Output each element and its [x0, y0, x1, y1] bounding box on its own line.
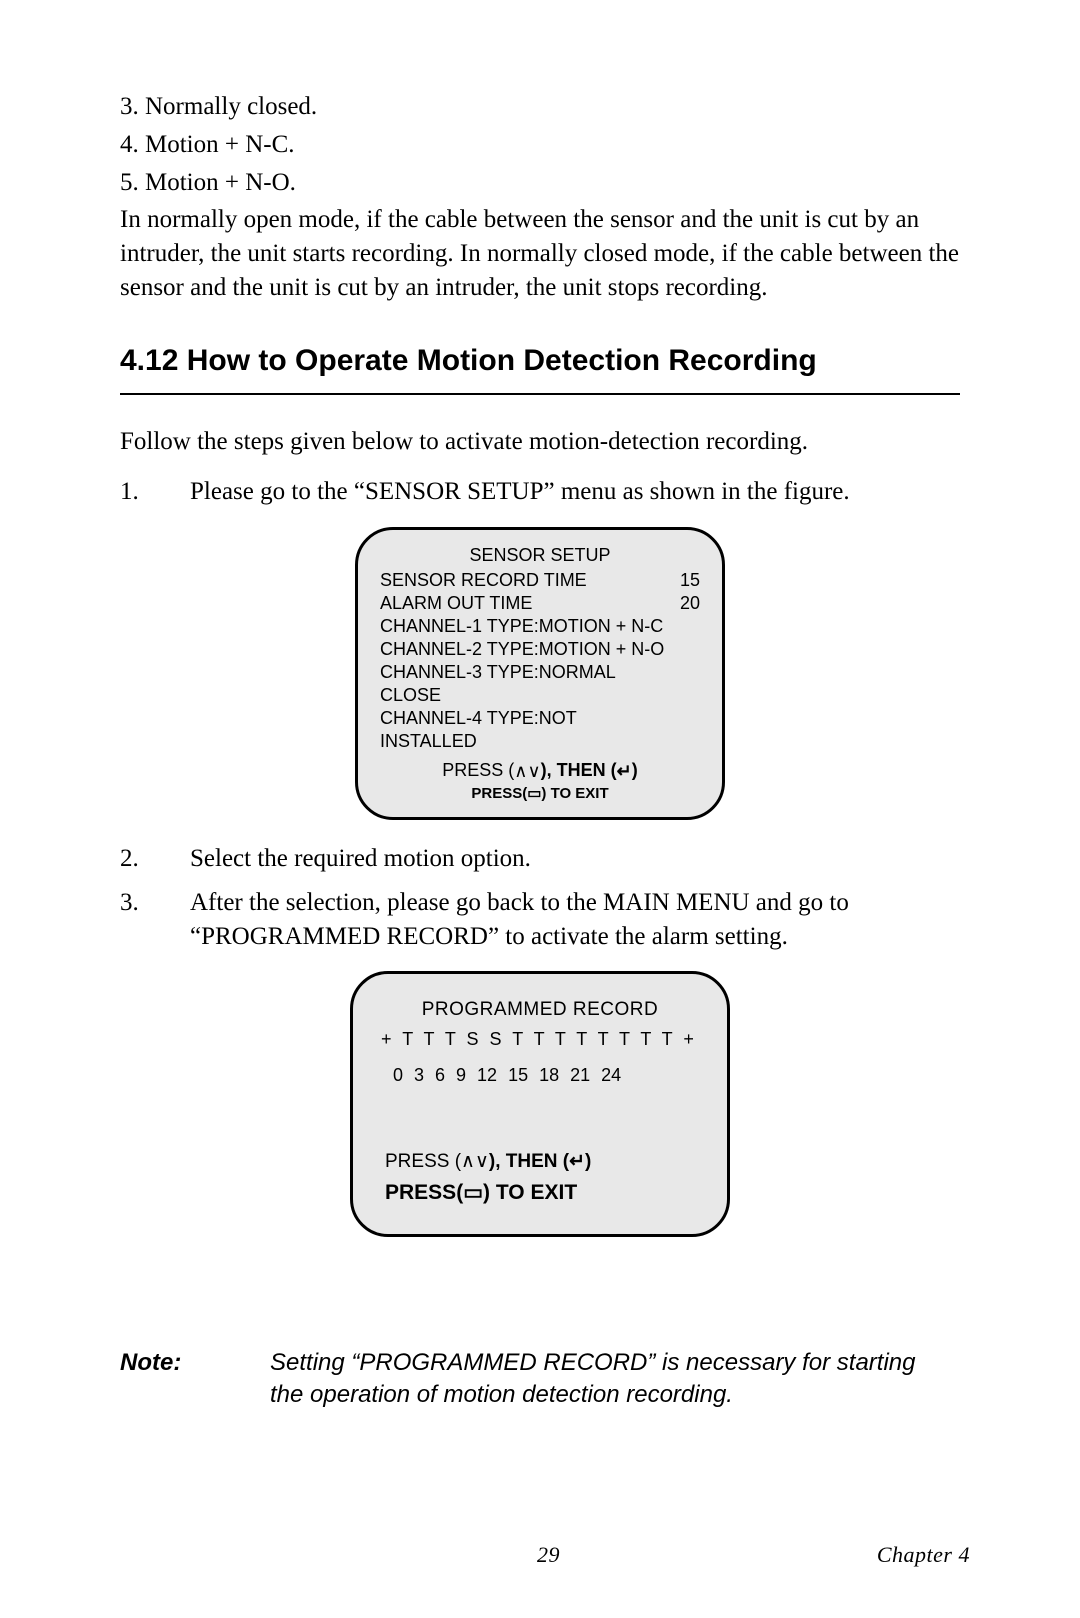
- step-text: After the selection, please go back to t…: [190, 886, 960, 954]
- section-heading: 4.12 How to Operate Motion Detection Rec…: [120, 341, 960, 382]
- programmed-record-screen-wrap: PROGRAMMED RECORD + T T T S S T T T T T …: [120, 971, 960, 1237]
- section-rule: [120, 393, 960, 395]
- exit-text-b: ) TO EXIT: [483, 1181, 577, 1204]
- step-3: 3. After the selection, please go back t…: [120, 886, 960, 954]
- note-text: Setting “PROGRAMMED RECORD” is necessary…: [270, 1347, 920, 1412]
- exit-text-b: ) TO EXIT: [541, 785, 608, 802]
- sensor-setup-screen-wrap: SENSOR SETUP SENSOR RECORD TIME 15 ALARM…: [120, 527, 960, 821]
- up-icon: ∧: [514, 762, 527, 780]
- screen-line: CHANNEL-3 TYPE:NORMAL: [380, 661, 700, 684]
- down-icon: ∨: [527, 762, 540, 780]
- step-number: 2.: [120, 842, 190, 876]
- down-icon: ∨: [475, 1152, 489, 1171]
- up-icon: ∧: [461, 1152, 475, 1171]
- section-intro: Follow the steps given below to activate…: [120, 425, 960, 459]
- steps-list: 1. Please go to the “SENSOR SETUP” menu …: [120, 475, 960, 509]
- screen-line: CHANNEL-2 TYPE:MOTION + N-O: [380, 638, 700, 661]
- row-label: SENSOR RECORD TIME: [380, 569, 587, 592]
- screen-title: PROGRAMMED RECORD: [381, 996, 699, 1024]
- manual-page: 3. Normally closed. 4. Motion + N-C. 5. …: [0, 0, 1080, 1618]
- screen-exit-line: PRESS(▭) TO EXIT: [380, 784, 700, 803]
- list-item-4: 4. Motion + N-C.: [120, 128, 960, 162]
- schedule-row: + T T T S S T T T T T T T T +: [381, 1026, 699, 1052]
- press-text-a: PRESS (: [385, 1151, 461, 1172]
- enter-icon: ↵: [617, 762, 632, 780]
- press-text-b: ), THEN (: [541, 760, 617, 780]
- screen-line: CHANNEL-1 TYPE:MOTION + N-C: [380, 615, 700, 638]
- step-text: Select the required motion option.: [190, 842, 960, 876]
- step-text: Please go to the “SENSOR SETUP” menu as …: [190, 475, 960, 509]
- step-number: 1.: [120, 475, 190, 509]
- chapter-label: Chapter 4: [877, 1542, 970, 1568]
- time-scale: 0 3 6 9 12 15 18 21 24: [381, 1062, 699, 1088]
- exit-text-a: PRESS(: [385, 1181, 463, 1204]
- steps-list-cont: 2. Select the required motion option. 3.…: [120, 842, 960, 953]
- mode-paragraph: In normally open mode, if the cable betw…: [120, 203, 960, 304]
- row-value: 15: [680, 569, 700, 592]
- step-1: 1. Please go to the “SENSOR SETUP” menu …: [120, 475, 960, 509]
- step-number: 3.: [120, 886, 190, 954]
- sensor-setup-screen: SENSOR SETUP SENSOR RECORD TIME 15 ALARM…: [355, 527, 725, 821]
- book-icon: ▭: [527, 786, 541, 801]
- exit-text-a: PRESS(: [471, 785, 527, 802]
- screen-line: CHANNEL-4 TYPE:NOT: [380, 707, 700, 730]
- screen-press-line: PRESS (∧∨), THEN (↵): [381, 1148, 699, 1176]
- enter-icon: ↵: [569, 1152, 585, 1171]
- row-label: ALARM OUT TIME: [380, 592, 532, 615]
- press-text-b: ), THEN (: [489, 1151, 569, 1172]
- step-2: 2. Select the required motion option.: [120, 842, 960, 876]
- screen-exit-line: PRESS(▭) TO EXIT: [381, 1178, 699, 1208]
- screen-press-line: PRESS (∧∨), THEN (↵): [380, 759, 700, 782]
- book-icon: ▭: [463, 1182, 483, 1203]
- list-item-5: 5. Motion + N-O.: [120, 166, 960, 200]
- page-footer: 29 Chapter 4: [120, 1542, 970, 1568]
- note-block: Note: Setting “PROGRAMMED RECORD” is nec…: [120, 1347, 960, 1412]
- press-text-a: PRESS (: [442, 760, 514, 780]
- press-text-c: ): [585, 1151, 591, 1172]
- screen-title: SENSOR SETUP: [380, 544, 700, 567]
- screen-line: CLOSE: [380, 684, 700, 707]
- screen-row-record-time: SENSOR RECORD TIME 15: [380, 569, 700, 592]
- list-item-3: 3. Normally closed.: [120, 90, 960, 124]
- row-value: 20: [680, 592, 700, 615]
- screen-row-alarm-time: ALARM OUT TIME 20: [380, 592, 700, 615]
- screen-line: INSTALLED: [380, 730, 700, 753]
- programmed-record-screen: PROGRAMMED RECORD + T T T S S T T T T T …: [350, 971, 730, 1237]
- press-text-c: ): [632, 760, 638, 780]
- note-label: Note:: [120, 1347, 270, 1412]
- body-content: 3. Normally closed. 4. Motion + N-C. 5. …: [120, 90, 960, 1412]
- page-number: 29: [220, 1542, 877, 1568]
